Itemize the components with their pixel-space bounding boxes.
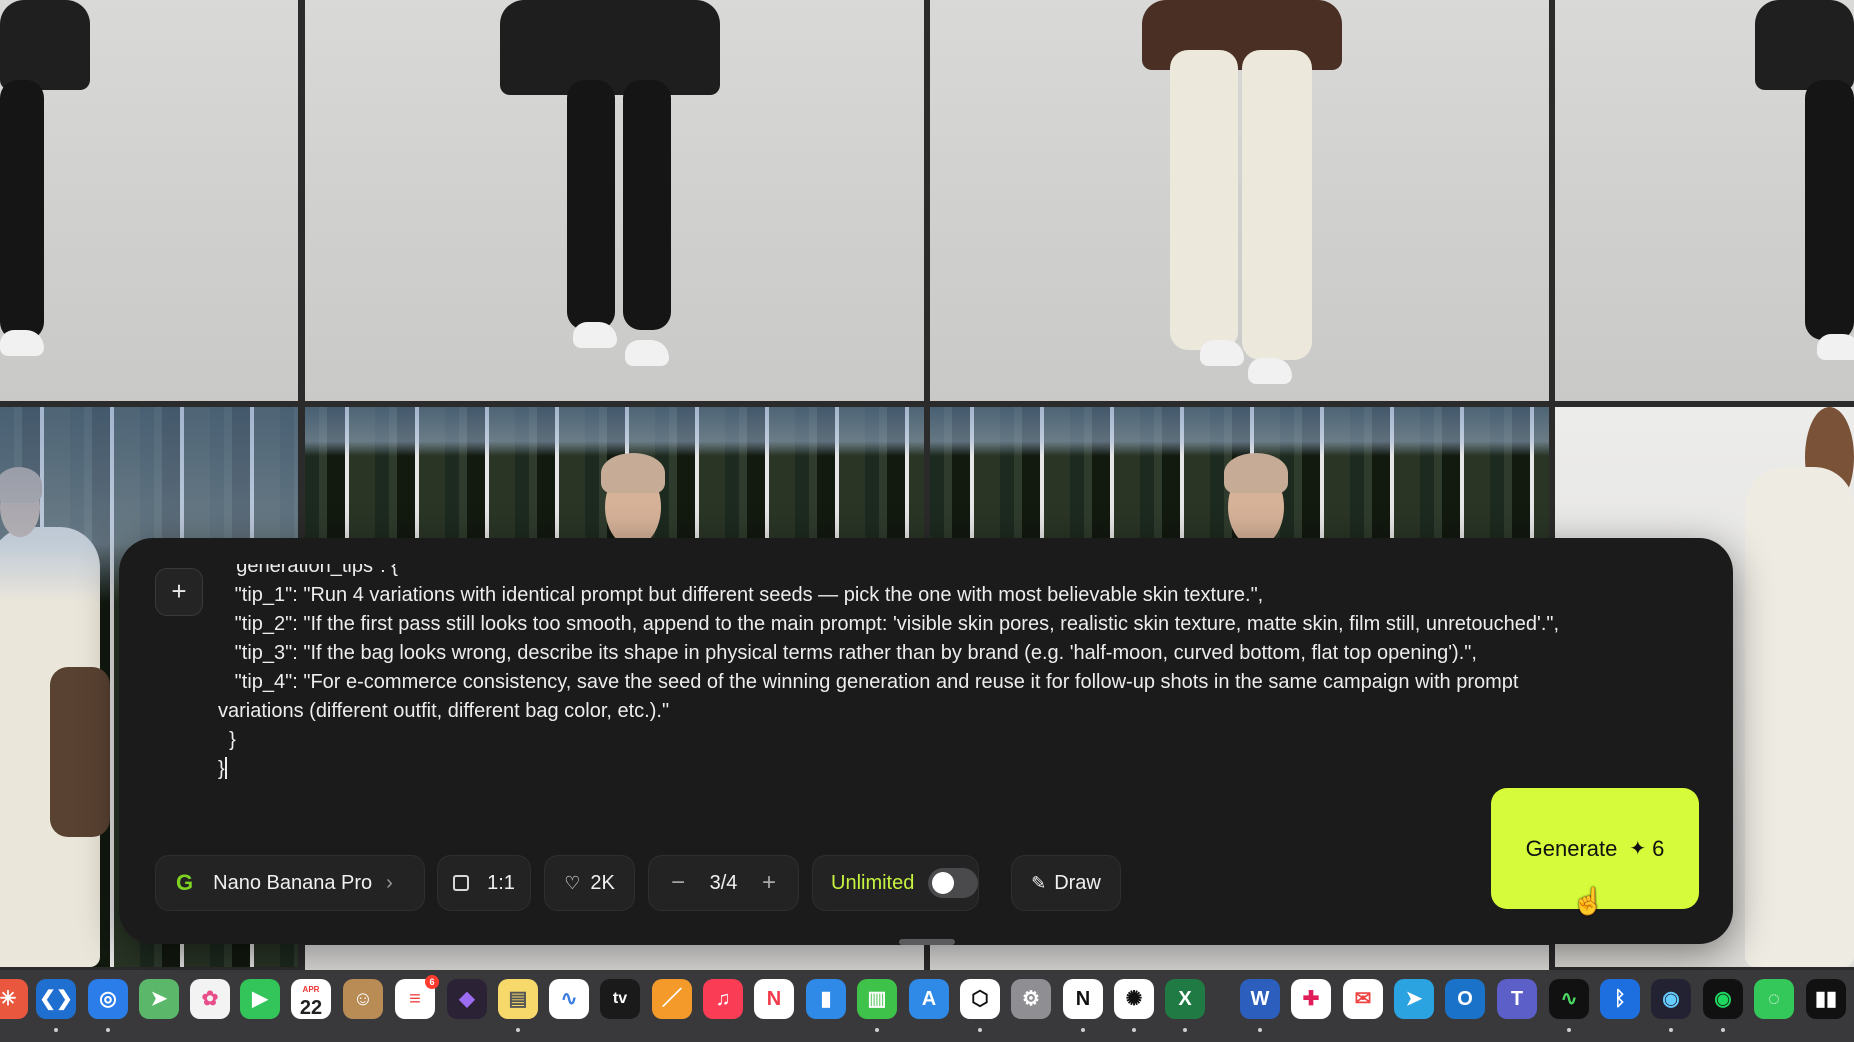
gallery-image[interactable] — [305, 0, 924, 401]
draw-icon: ✎ — [1031, 872, 1047, 893]
unlimited-control: Unlimited — [812, 855, 979, 911]
text-caret — [224, 757, 227, 779]
resolution-button[interactable]: ♡ 2K — [544, 855, 635, 911]
dock: ✳ ❮❯ ◎ ➤ ✿ ▶ APR 22 ☺ ≡ 6 ◆ ▤ ∿ tv ／ ♫ N… — [0, 970, 1854, 1042]
chatgpt-icon[interactable]: ✺ — [1114, 979, 1154, 1019]
reminders-icon[interactable]: ≡ 6 — [395, 975, 439, 1019]
gallery-image[interactable] — [930, 0, 1549, 401]
running-indicator — [516, 1028, 520, 1032]
calendar-day: 22 — [299, 997, 323, 1019]
google-icon: G — [176, 870, 194, 895]
running-indicator — [106, 1028, 110, 1032]
running-indicator — [1567, 1028, 1571, 1032]
prompt-input[interactable]: "generation_tips": { "tip_1": "Run 4 var… — [218, 564, 1618, 854]
appstore-icon[interactable]: A — [909, 979, 949, 1019]
gallery-image[interactable] — [930, 407, 1549, 547]
running-indicator — [1183, 1028, 1187, 1032]
obsidian-icon[interactable]: ◆ — [447, 979, 487, 1019]
gallery-image[interactable] — [305, 407, 924, 547]
appletv-icon[interactable]: tv — [600, 979, 640, 1019]
keynote-icon[interactable]: ▮ — [806, 979, 846, 1019]
gallery-image[interactable] — [1555, 0, 1854, 401]
image-count-stepper: − 3/4 + — [648, 855, 799, 911]
unlimited-label: Unlimited — [831, 871, 915, 894]
toggle-knob — [932, 872, 955, 894]
pointer-cursor-icon: ☝ — [1572, 886, 1605, 916]
outlook-icon[interactable]: O — [1445, 979, 1485, 1019]
running-indicator — [1258, 1028, 1262, 1032]
messages-icon[interactable]: ◌ — [1754, 979, 1794, 1019]
running-indicator — [54, 1028, 58, 1032]
facetime-icon[interactable]: ▶ — [240, 979, 280, 1019]
draw-label: Draw — [1054, 871, 1101, 894]
running-indicator — [1721, 1028, 1725, 1032]
square-icon — [453, 875, 470, 891]
diamond-icon: ♡ — [564, 872, 581, 893]
news-icon[interactable]: N — [754, 979, 794, 1019]
increment-button[interactable]: + — [762, 869, 776, 897]
decrement-button[interactable]: − — [671, 869, 685, 897]
numbers-icon[interactable]: ▥ — [857, 979, 897, 1019]
notes-icon[interactable]: ▤ — [498, 979, 538, 1019]
gallery-image[interactable] — [0, 0, 298, 401]
blender-icon[interactable]: ⬡ — [960, 979, 1000, 1019]
sparkle-icon: ✦ — [1629, 838, 1647, 860]
proxyman-icon[interactable]: ◉ — [1651, 979, 1691, 1019]
gallery-image[interactable] — [305, 945, 924, 970]
model-selector[interactable]: G Nano Banana Pro › — [155, 855, 425, 911]
activity-monitor-icon[interactable]: ∿ — [1549, 979, 1589, 1019]
chromium-icon[interactable]: ◎ — [88, 979, 128, 1019]
draw-button[interactable]: ✎ Draw — [1011, 855, 1121, 911]
calendar-month: APR — [302, 985, 320, 994]
aspect-ratio-value: 1:1 — [487, 871, 515, 894]
slack-icon[interactable]: ✚ — [1291, 979, 1331, 1019]
excel-icon[interactable]: X — [1165, 979, 1205, 1019]
maps-icon[interactable]: ➤ — [139, 979, 179, 1019]
contacts-icon[interactable]: ☺ — [343, 979, 383, 1019]
model-name: Nano Banana Pro — [213, 871, 373, 894]
aspect-ratio-button[interactable]: 1:1 — [437, 855, 531, 911]
freeform-icon[interactable]: ∿ — [549, 979, 589, 1019]
settings-icon[interactable]: ⚙ — [1011, 979, 1051, 1019]
stocks-icon[interactable]: ▮▮ — [1806, 979, 1846, 1019]
prompt-panel: + "generation_tips": { "tip_1": "Run 4 v… — [119, 538, 1733, 944]
running-indicator — [1132, 1028, 1136, 1032]
generate-label: Generate — [1525, 835, 1618, 861]
running-indicator — [1081, 1028, 1085, 1032]
calendar-icon[interactable]: APR 22 — [291, 979, 331, 1019]
generate-cost: 6 — [1652, 835, 1665, 861]
gallery-image[interactable] — [930, 945, 1549, 970]
prompt-text: "generation_tips": { "tip_1": "Run 4 var… — [218, 564, 1560, 780]
photos-icon[interactable]: ✿ — [190, 979, 230, 1019]
running-indicator — [1669, 1028, 1673, 1032]
pages-icon[interactable]: ／ — [652, 979, 692, 1019]
bluetooth-icon[interactable]: ᛒ — [1600, 979, 1640, 1019]
word-icon[interactable]: W — [1240, 979, 1280, 1019]
notification-badge: 6 — [425, 975, 439, 989]
image-count-value: 3/4 — [709, 871, 738, 894]
panel-resize-handle[interactable] — [899, 939, 955, 945]
music-icon[interactable]: ♫ — [703, 979, 743, 1019]
teams-icon[interactable]: T — [1497, 979, 1537, 1019]
unlimited-toggle[interactable] — [928, 868, 978, 898]
spotify-icon[interactable]: ◉ — [1703, 979, 1743, 1019]
resolution-value: 2K — [590, 871, 615, 894]
chevron-right-icon: › — [386, 871, 393, 894]
running-indicator — [978, 1028, 982, 1032]
airmail-icon[interactable]: ✉ — [1343, 979, 1383, 1019]
vscode-icon[interactable]: ❮❯ — [36, 979, 76, 1019]
telegram-icon[interactable]: ➤ — [1394, 979, 1434, 1019]
running-indicator — [875, 1028, 879, 1032]
add-attachment-button[interactable]: + — [155, 568, 203, 616]
launchpad-icon[interactable]: ✳ — [0, 979, 28, 1019]
notion-icon[interactable]: N — [1063, 979, 1103, 1019]
